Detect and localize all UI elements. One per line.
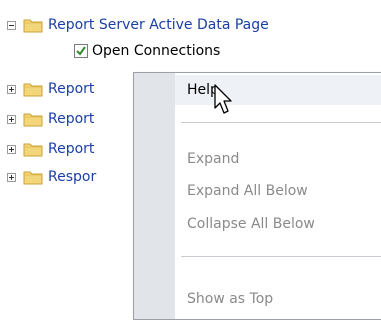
folder-icon bbox=[23, 17, 43, 33]
folder-icon bbox=[23, 141, 43, 157]
folder-icon bbox=[23, 169, 43, 185]
expand-icon[interactable] bbox=[7, 144, 16, 154]
tree-node-label[interactable]: Respor bbox=[48, 169, 96, 185]
menu-item-label: Expand All Below bbox=[187, 183, 308, 199]
tree-node-root[interactable]: Report Server Active Data Page bbox=[7, 14, 269, 36]
mouse-pointer-icon bbox=[214, 84, 232, 114]
menu-separator bbox=[181, 122, 381, 123]
menu-item-expand[interactable]: Expand bbox=[175, 144, 381, 174]
tree-node-label[interactable]: Report bbox=[48, 141, 94, 157]
context-menu: Help Expand Expand All Below Collapse Al… bbox=[133, 72, 381, 320]
menu-icon-gutter bbox=[134, 73, 175, 319]
expand-icon[interactable] bbox=[7, 84, 16, 94]
checkmark-icon bbox=[76, 46, 86, 56]
tree-node[interactable]: Report bbox=[7, 108, 94, 130]
tree-node[interactable]: Report bbox=[7, 138, 94, 160]
tree-node[interactable]: Respor bbox=[7, 166, 96, 188]
folder-icon bbox=[23, 81, 43, 97]
tree-node-label[interactable]: Open Connections bbox=[92, 43, 220, 59]
checkbox[interactable] bbox=[74, 44, 88, 58]
folder-icon bbox=[23, 111, 43, 127]
tree-node-label[interactable]: Report Server Active Data Page bbox=[48, 17, 269, 33]
menu-item-label: Show as Top bbox=[187, 291, 274, 307]
menu-item-show-as-top[interactable]: Show as Top bbox=[175, 284, 381, 314]
tree-node-label[interactable]: Report bbox=[48, 81, 94, 97]
menu-separator bbox=[181, 256, 381, 257]
menu-item-help[interactable]: Help bbox=[175, 75, 381, 105]
menu-item-label: Collapse All Below bbox=[187, 216, 315, 232]
menu-item-expand-all-below[interactable]: Expand All Below bbox=[175, 176, 381, 206]
tree-node-label[interactable]: Report bbox=[48, 111, 94, 127]
expand-icon[interactable] bbox=[7, 114, 16, 124]
collapse-icon[interactable] bbox=[7, 20, 16, 30]
tree-node-child[interactable]: Open Connections bbox=[74, 40, 220, 62]
menu-item-label: Expand bbox=[187, 151, 240, 167]
menu-item-collapse-all-below[interactable]: Collapse All Below bbox=[175, 209, 381, 239]
tree-node[interactable]: Report bbox=[7, 78, 94, 100]
expand-icon[interactable] bbox=[7, 172, 16, 182]
